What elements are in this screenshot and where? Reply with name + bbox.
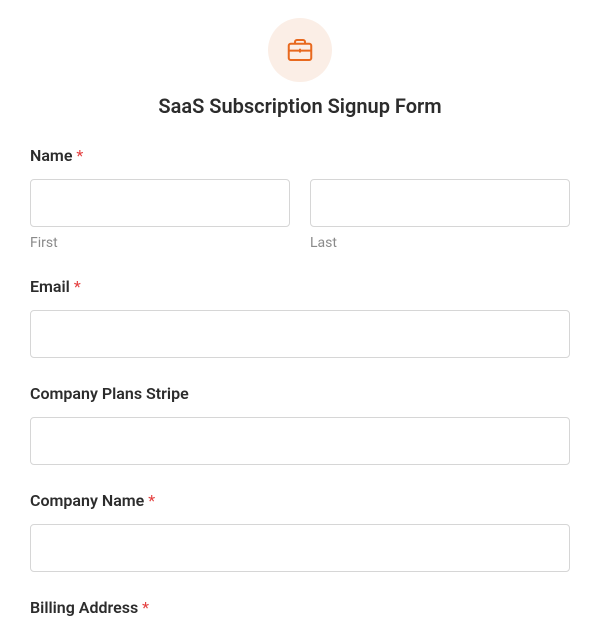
- company-name-field-group: Company Name *: [30, 491, 570, 572]
- company-name-label: Company Name *: [30, 491, 570, 510]
- last-name-input[interactable]: [310, 179, 570, 227]
- email-field-group: Email *: [30, 277, 570, 358]
- plans-label: Company Plans Stripe: [30, 384, 570, 403]
- last-name-sublabel: Last: [310, 235, 570, 251]
- email-input[interactable]: [30, 310, 570, 358]
- plans-input[interactable]: [30, 417, 570, 465]
- required-mark: *: [76, 146, 83, 165]
- required-mark: *: [148, 491, 155, 510]
- required-mark: *: [142, 598, 149, 617]
- plans-label-text: Company Plans Stripe: [30, 384, 189, 403]
- first-name-input[interactable]: [30, 179, 290, 227]
- billing-field-group: Billing Address *: [30, 598, 570, 617]
- company-name-label-text: Company Name: [30, 491, 144, 510]
- plans-field-group: Company Plans Stripe: [30, 384, 570, 465]
- name-label-text: Name: [30, 146, 72, 165]
- name-field-group: Name * First Last: [30, 146, 570, 251]
- company-name-input[interactable]: [30, 524, 570, 572]
- briefcase-icon: [268, 18, 332, 82]
- email-label: Email *: [30, 277, 570, 296]
- billing-label-text: Billing Address: [30, 598, 138, 617]
- form-header: SaaS Subscription Signup Form: [30, 18, 570, 118]
- required-mark: *: [74, 277, 81, 296]
- billing-label: Billing Address *: [30, 598, 570, 617]
- name-label: Name *: [30, 146, 570, 165]
- email-label-text: Email: [30, 277, 70, 296]
- first-name-sublabel: First: [30, 235, 290, 251]
- form-title: SaaS Subscription Signup Form: [30, 94, 570, 118]
